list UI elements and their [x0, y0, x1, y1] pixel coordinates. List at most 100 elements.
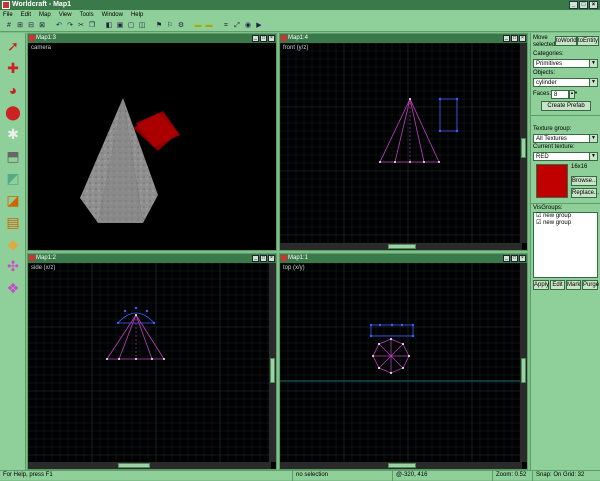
grid-3d-icon[interactable]: ⊞: [15, 21, 25, 31]
scrollbar-thumb[interactable]: [118, 463, 150, 468]
horizontal-scrollbar[interactable]: [280, 243, 522, 250]
viewport-minimize-button[interactable]: _: [503, 255, 510, 262]
front-view-canvas[interactable]: [280, 43, 520, 243]
side-viewport[interactable]: Map1:2 _ □ × side (x/z): [27, 253, 277, 470]
menu-view[interactable]: View: [59, 10, 72, 20]
list-item[interactable]: ☑ new group: [534, 220, 597, 227]
side-view-canvas[interactable]: [28, 263, 269, 462]
grid-larger-icon[interactable]: ⊠: [37, 21, 47, 31]
to-world-icon[interactable]: ⚐: [165, 21, 175, 31]
menu-tools[interactable]: Tools: [80, 10, 94, 20]
vertex-manipulation-icon[interactable]: ◆: [3, 234, 23, 254]
viewport-minimize-button[interactable]: _: [252, 255, 259, 262]
magnify-tool-icon[interactable]: ✚: [3, 58, 23, 78]
group-icon[interactable]: ▣: [115, 21, 125, 31]
ungroup-icon[interactable]: ▢: [126, 21, 136, 31]
scrollbar-thumb[interactable]: [521, 358, 526, 383]
menu-window[interactable]: Window: [102, 10, 123, 20]
viewport-maximize-button[interactable]: □: [260, 255, 267, 262]
texture-group-combo[interactable]: All Textures ▼: [533, 134, 598, 143]
dropdown-arrow-icon[interactable]: ▼: [589, 60, 597, 67]
top-viewport[interactable]: Map1:1 _ □ × top (x/y): [279, 253, 528, 470]
menu-file[interactable]: File: [3, 10, 13, 20]
carve-icon[interactable]: ◧: [104, 21, 114, 31]
path-tool-icon[interactable]: ✣: [3, 256, 23, 276]
run-map-icon[interactable]: ▶: [254, 21, 264, 31]
viewport-close-button[interactable]: ×: [519, 255, 526, 262]
camera-tool-icon[interactable]: ◉: [243, 21, 253, 31]
grid-smaller-icon[interactable]: ⊟: [26, 21, 36, 31]
viewport-close-button[interactable]: ×: [519, 35, 526, 42]
mark-button[interactable]: Mark: [566, 280, 581, 290]
brush-tool-icon[interactable]: ✱: [3, 124, 23, 144]
camera-view-canvas[interactable]: [28, 43, 276, 250]
dropdown-arrow-icon[interactable]: ▼: [589, 153, 597, 160]
viewport-maximize-button[interactable]: □: [260, 35, 267, 42]
overlay-tool-icon[interactable]: ❖: [3, 278, 23, 298]
redo-icon[interactable]: ↷: [65, 21, 75, 31]
vertex-tool-icon[interactable]: ⌗: [221, 21, 231, 31]
hide-icon[interactable]: ◫: [137, 21, 147, 31]
top-view-canvas[interactable]: [280, 263, 520, 462]
camera-viewport[interactable]: Map1:3 _ □ × camera: [27, 33, 277, 251]
entity-tool-icon[interactable]: ⬤: [3, 102, 23, 122]
to-world-button[interactable]: toWorld: [555, 36, 577, 46]
objects-combo[interactable]: cylinder ▼: [533, 78, 598, 87]
scrollbar-thumb[interactable]: [388, 244, 416, 249]
vertical-scrollbar[interactable]: [520, 263, 527, 462]
checkbox-icon[interactable]: ☑: [536, 220, 541, 226]
texture-preview[interactable]: [536, 164, 568, 198]
apply-texture-tool-icon[interactable]: ◩: [3, 168, 23, 188]
front-viewport[interactable]: Map1:4 _ □ × front (y/z): [279, 33, 528, 251]
vertical-scrollbar[interactable]: [520, 43, 527, 243]
scrollbar-thumb[interactable]: [521, 138, 526, 158]
maximize-button[interactable]: □: [579, 1, 588, 9]
dropdown-arrow-icon[interactable]: ▼: [589, 135, 597, 142]
pointer-tool-icon[interactable]: ➚: [3, 36, 23, 56]
texture-lock-icon[interactable]: ▬: [193, 21, 203, 31]
edit-button[interactable]: Edit: [550, 280, 565, 290]
viewport-close-button[interactable]: ×: [268, 255, 275, 262]
viewport-maximize-button[interactable]: □: [511, 35, 518, 42]
list-item[interactable]: ☑ new group: [534, 213, 597, 220]
to-entity-button[interactable]: toEntity: [577, 36, 599, 46]
vertical-scrollbar[interactable]: [269, 263, 276, 462]
horizontal-scrollbar[interactable]: [28, 462, 271, 469]
scrollbar-thumb[interactable]: [388, 463, 416, 468]
texture-app-tool-icon[interactable]: ⬒: [3, 146, 23, 166]
viewport-minimize-button[interactable]: _: [252, 35, 259, 42]
entity-tie-icon[interactable]: ⚑: [154, 21, 164, 31]
copy-icon[interactable]: ❐: [87, 21, 97, 31]
undo-icon[interactable]: ↶: [54, 21, 64, 31]
dropdown-arrow-icon[interactable]: ▼: [589, 79, 597, 86]
browse-button[interactable]: Browse...: [571, 176, 597, 186]
categories-combo[interactable]: Primitives ▼: [533, 59, 598, 68]
close-button[interactable]: ×: [589, 1, 598, 9]
scrollbar-thumb[interactable]: [270, 358, 275, 383]
camera-tool-icon[interactable]: ◕: [3, 80, 23, 100]
menu-edit[interactable]: Edit: [21, 10, 31, 20]
clip-tool-icon[interactable]: ▤: [3, 212, 23, 232]
apply-button[interactable]: Apply: [533, 280, 549, 290]
create-prefab-button[interactable]: Create Prefab: [541, 101, 591, 111]
menu-help[interactable]: Help: [131, 10, 143, 20]
grid-icon[interactable]: #: [4, 21, 14, 31]
viewport-close-button[interactable]: ×: [268, 35, 275, 42]
current-texture-combo[interactable]: RED ▼: [533, 152, 598, 161]
clip-tool-icon[interactable]: ⤢: [232, 21, 242, 31]
horizontal-scrollbar[interactable]: [280, 462, 522, 469]
viewport-maximize-button[interactable]: □: [511, 255, 518, 262]
faces-input[interactable]: 8: [551, 90, 569, 99]
compile-icon[interactable]: ⚙: [176, 21, 186, 31]
checkbox-icon[interactable]: ☑: [536, 213, 541, 219]
menu-map[interactable]: Map: [39, 10, 51, 20]
cut-icon[interactable]: ✂: [76, 21, 86, 31]
texture-apply-icon[interactable]: ▬: [204, 21, 214, 31]
replace-button[interactable]: Replace...: [571, 188, 599, 198]
minimize-button[interactable]: _: [569, 1, 578, 9]
visgroups-list[interactable]: ☑ new group ☑ new group: [533, 212, 598, 278]
purge-button[interactable]: Purge: [582, 280, 599, 290]
decal-tool-icon[interactable]: ◪: [3, 190, 23, 210]
faces-spin-icon[interactable]: ▲▼: [569, 90, 578, 99]
viewport-minimize-button[interactable]: _: [503, 35, 510, 42]
